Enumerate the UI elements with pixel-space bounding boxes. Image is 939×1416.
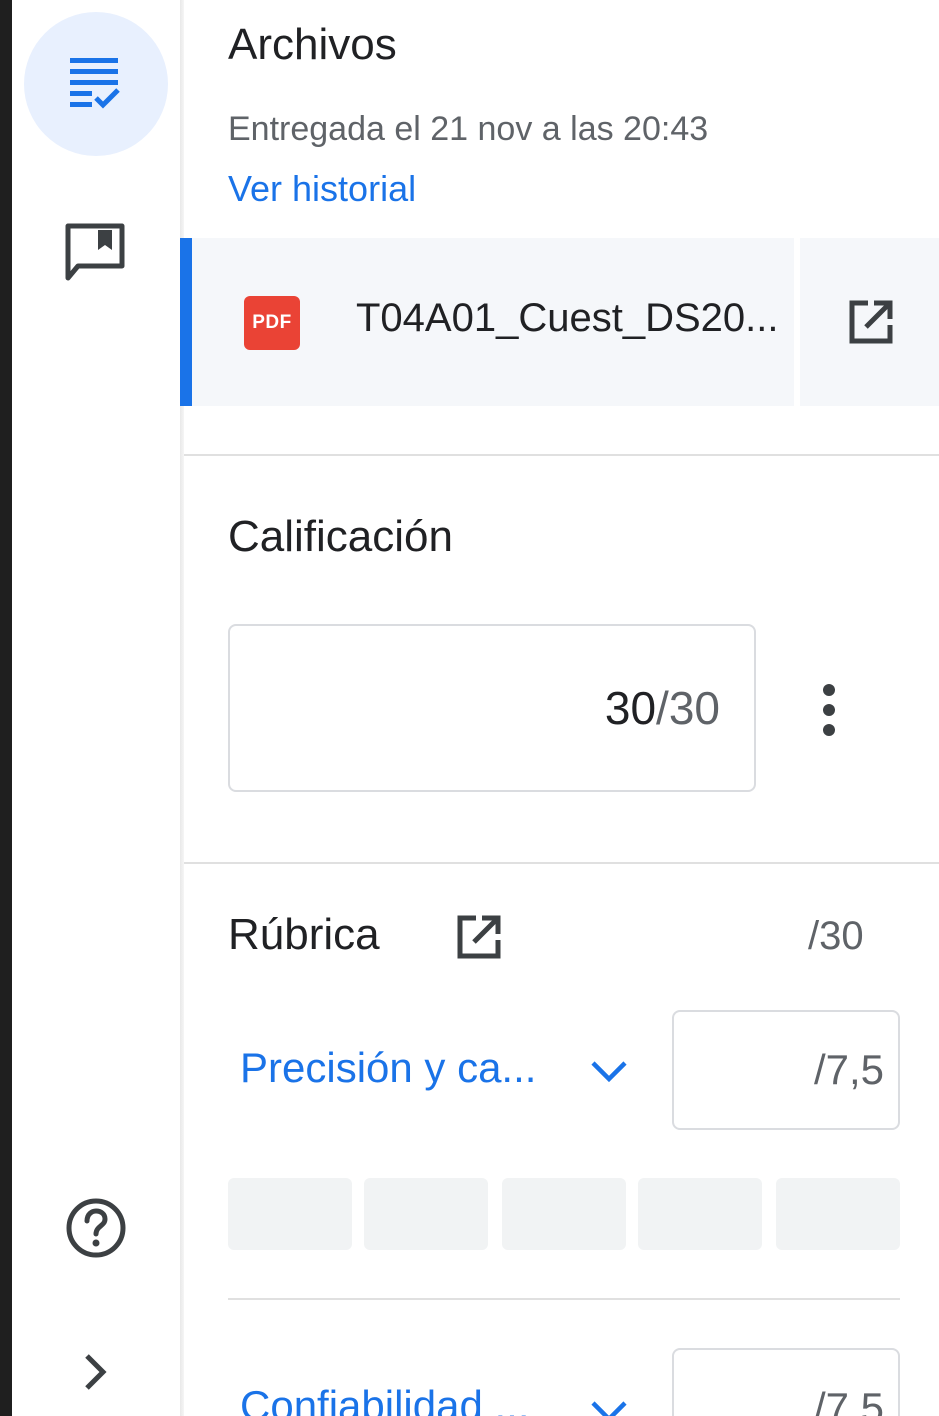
window-edge bbox=[0, 0, 12, 1416]
rubric-level[interactable] bbox=[364, 1178, 488, 1250]
rail-expand-button[interactable] bbox=[56, 1330, 136, 1414]
assignment-check-icon bbox=[70, 58, 120, 109]
rubric-total: /30 bbox=[808, 914, 864, 958]
grading-sidebar: Archivos Entregada el 21 nov a las 20:43… bbox=[0, 0, 939, 1416]
grade-more-button[interactable] bbox=[794, 660, 864, 760]
grading-panel: Archivos Entregada el 21 nov a las 20:43… bbox=[180, 0, 939, 1416]
grade-max: /30 bbox=[656, 682, 720, 734]
rubric-level[interactable] bbox=[776, 1178, 900, 1250]
comment-bookmark-icon bbox=[65, 223, 125, 281]
criterion-expand-button[interactable] bbox=[584, 1386, 634, 1416]
rail-grading-button[interactable] bbox=[24, 12, 168, 156]
grade-input[interactable]: 30/30 bbox=[228, 624, 756, 792]
open-attachment-button[interactable] bbox=[800, 238, 939, 406]
open-in-new-icon bbox=[457, 915, 501, 959]
criterion-expand-button[interactable] bbox=[584, 1046, 634, 1096]
criterion-name[interactable]: Confiabilidad ... bbox=[240, 1382, 530, 1416]
rail-comments-button[interactable] bbox=[46, 208, 146, 298]
open-rubric-button[interactable] bbox=[456, 914, 508, 966]
grade-heading: Calificación bbox=[228, 512, 453, 561]
criterion-divider bbox=[228, 1298, 900, 1300]
section-divider bbox=[184, 862, 939, 864]
files-heading: Archivos bbox=[228, 20, 397, 69]
more-vert-icon bbox=[823, 684, 835, 736]
help-circle-icon bbox=[66, 1198, 126, 1258]
rubric-level[interactable] bbox=[228, 1178, 352, 1250]
section-divider bbox=[184, 454, 939, 456]
chevron-right-icon bbox=[85, 1354, 107, 1390]
criterion-name[interactable]: Precisión y ca... bbox=[240, 1044, 536, 1092]
chevron-down-icon bbox=[591, 1401, 627, 1416]
attachment-name: T04A01_Cuest_DS20... bbox=[356, 296, 779, 340]
rail-help-button[interactable] bbox=[46, 1180, 146, 1276]
rubric-heading: Rúbrica bbox=[228, 910, 380, 959]
view-history-link[interactable]: Ver historial bbox=[228, 168, 416, 210]
rubric-level[interactable] bbox=[638, 1178, 762, 1250]
open-in-new-icon bbox=[849, 300, 893, 344]
attachment-item[interactable]: PDF T04A01_Cuest_DS20... bbox=[180, 238, 794, 406]
grade-value: 30 bbox=[604, 682, 657, 734]
criterion-points-input[interactable]: /7,5 bbox=[672, 1010, 900, 1130]
criterion-points-input[interactable]: /7,5 bbox=[672, 1348, 900, 1416]
rubric-level[interactable] bbox=[502, 1178, 626, 1250]
pdf-file-icon: PDF bbox=[244, 296, 300, 350]
attachment-row: PDF T04A01_Cuest_DS20... bbox=[180, 238, 939, 406]
submission-timestamp: Entregada el 21 nov a las 20:43 bbox=[228, 110, 709, 148]
chevron-down-icon bbox=[591, 1061, 627, 1083]
